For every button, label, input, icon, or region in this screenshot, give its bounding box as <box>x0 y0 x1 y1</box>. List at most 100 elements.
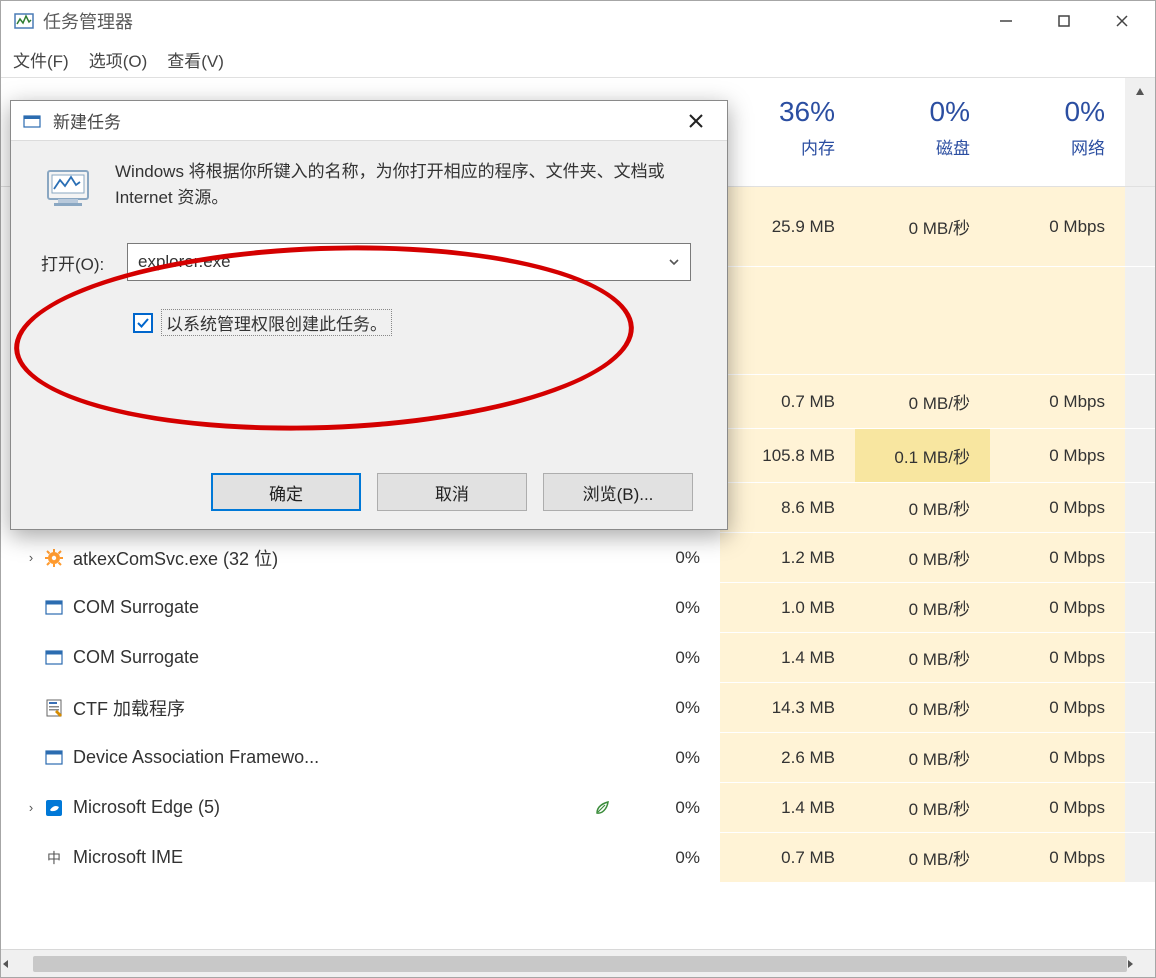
vertical-scrollbar-track[interactable] <box>1125 533 1155 582</box>
column-header-memory[interactable]: 36% 内存 <box>720 78 855 186</box>
edge-icon <box>43 797 65 819</box>
dialog-title: 新建任务 <box>53 108 121 133</box>
disk-cell: 0 MB/秒 <box>855 533 990 582</box>
vertical-scrollbar-track[interactable] <box>1125 633 1155 682</box>
disk-cell: 0 MB/秒 <box>855 633 990 682</box>
new-task-dialog: 新建任务 Windows 将根据你所键入的名称，为你打开相应的程序、文件夹、文档… <box>10 100 728 530</box>
vertical-scrollbar-up[interactable] <box>1125 78 1155 186</box>
process-name: COM Surrogate <box>73 597 199 618</box>
cpu-cell: 0% <box>620 633 720 682</box>
process-row[interactable]: COM Surrogate0%1.0 MB0 MB/秒0 Mbps <box>1 583 1155 633</box>
network-cell: 0 Mbps <box>990 533 1125 582</box>
vertical-scrollbar-track[interactable] <box>1125 833 1155 882</box>
memory-label: 内存 <box>801 134 835 159</box>
network-cell: 0 Mbps <box>990 483 1125 532</box>
column-header-disk[interactable]: 0% 磁盘 <box>855 78 990 186</box>
process-row[interactable]: 中 Microsoft IME 0%0.7 MB0 MB/秒0 Mbps <box>1 833 1155 883</box>
ctf-icon <box>43 697 65 719</box>
network-cell: 0 Mbps <box>990 375 1125 428</box>
menu-bar: 文件(F) 选项(O) 查看(V) <box>1 41 1155 77</box>
disk-cell: 0 MB/秒 <box>855 375 990 428</box>
cpu-cell: 0% <box>620 533 720 582</box>
open-combobox[interactable]: explorer.exe <box>127 243 691 281</box>
ok-button[interactable]: 确定 <box>211 473 361 511</box>
dialog-close-button[interactable] <box>671 103 721 139</box>
memory-cell: 8.6 MB <box>720 483 855 532</box>
disk-cell: 0.1 MB/秒 <box>855 429 990 482</box>
disk-cell: 0 MB/秒 <box>855 187 990 266</box>
process-name: Device Association Framewo... <box>73 747 319 768</box>
task-manager-icon <box>13 10 35 32</box>
disk-cell: 0 MB/秒 <box>855 733 990 782</box>
memory-cell: 0.7 MB <box>720 833 855 882</box>
chevron-down-icon[interactable] <box>668 256 680 268</box>
process-name: CTF 加载程序 <box>73 695 185 721</box>
memory-cell: 1.4 MB <box>720 783 855 832</box>
minimize-button[interactable] <box>977 1 1035 41</box>
vertical-scrollbar-track[interactable] <box>1125 375 1155 428</box>
scroll-left-icon[interactable] <box>1 959 31 969</box>
memory-cell: 105.8 MB <box>720 429 855 482</box>
vertical-scrollbar-track[interactable] <box>1125 483 1155 532</box>
browse-button[interactable]: 浏览(B)... <box>543 473 693 511</box>
cpu-cell: 0% <box>620 783 720 832</box>
vertical-scrollbar-track[interactable] <box>1125 683 1155 732</box>
process-row[interactable]: CTF 加载程序0%14.3 MB0 MB/秒0 Mbps <box>1 683 1155 733</box>
window-title-bar[interactable]: 任务管理器 <box>1 1 1155 41</box>
cpu-cell: 0% <box>620 733 720 782</box>
efficiency-leaf-icon <box>594 800 610 816</box>
menu-options[interactable]: 选项(O) <box>89 47 148 72</box>
scroll-right-icon[interactable] <box>1125 959 1155 969</box>
disk-cell: 0 MB/秒 <box>855 783 990 832</box>
horizontal-scrollbar[interactable] <box>1 949 1155 977</box>
svg-text:中: 中 <box>47 850 61 866</box>
menu-view[interactable]: 查看(V) <box>167 47 224 72</box>
close-button[interactable] <box>1093 1 1151 41</box>
process-row[interactable]: ›atkexComSvc.exe (32 位)0%1.2 MB0 MB/秒0 M… <box>1 533 1155 583</box>
network-cell: 0 Mbps <box>990 429 1125 482</box>
admin-checkbox-label[interactable]: 以系统管理权限创建此任务。 <box>161 309 392 336</box>
cpu-cell: 0% <box>620 583 720 632</box>
vertical-scrollbar-track[interactable] <box>1125 187 1155 266</box>
app-icon <box>43 747 65 769</box>
window-title: 任务管理器 <box>43 8 133 34</box>
process-row[interactable]: ›Microsoft Edge (5)0%1.4 MB0 MB/秒0 Mbps <box>1 783 1155 833</box>
vertical-scrollbar-track[interactable] <box>1125 733 1155 782</box>
admin-checkbox[interactable] <box>133 313 153 333</box>
dialog-title-bar[interactable]: 新建任务 <box>11 101 727 141</box>
process-row[interactable]: Device Association Framewo...0%2.6 MB0 M… <box>1 733 1155 783</box>
cancel-button[interactable]: 取消 <box>377 473 527 511</box>
memory-cell: 14.3 MB <box>720 683 855 732</box>
process-row[interactable]: COM Surrogate0%1.4 MB0 MB/秒0 Mbps <box>1 633 1155 683</box>
network-cell: 0 Mbps <box>990 633 1125 682</box>
memory-cell: 0.7 MB <box>720 375 855 428</box>
menu-file[interactable]: 文件(F) <box>13 47 69 72</box>
disk-cell: 0 MB/秒 <box>855 683 990 732</box>
process-name: atkexComSvc.exe (32 位) <box>73 545 278 571</box>
network-cell: 0 Mbps <box>990 583 1125 632</box>
process-name: Microsoft Edge (5) <box>73 797 220 818</box>
open-value: explorer.exe <box>138 252 231 272</box>
column-header-network[interactable]: 0% 网络 <box>990 78 1125 186</box>
vertical-scrollbar-track[interactable] <box>1125 429 1155 482</box>
cpu-cell: 0% <box>620 683 720 732</box>
memory-cell: 25.9 MB <box>720 187 855 266</box>
vertical-scrollbar-track[interactable] <box>1125 783 1155 832</box>
dialog-description: Windows 将根据你所键入的名称，为你打开相应的程序、文件夹、文档或 Int… <box>115 159 691 215</box>
run-large-icon <box>41 159 97 215</box>
run-icon <box>21 110 43 132</box>
open-label: 打开(O): <box>41 250 115 275</box>
scrollbar-thumb[interactable] <box>33 956 1127 972</box>
network-label: 网络 <box>1071 134 1105 159</box>
process-name: COM Surrogate <box>73 647 199 668</box>
cpu-cell: 0% <box>620 833 720 882</box>
maximize-button[interactable] <box>1035 1 1093 41</box>
disk-label: 磁盘 <box>936 134 970 159</box>
disk-cell: 0 MB/秒 <box>855 483 990 532</box>
process-name: Microsoft IME <box>73 847 183 868</box>
expand-toggle[interactable]: › <box>21 550 41 565</box>
expand-toggle[interactable]: › <box>21 800 41 815</box>
disk-cell: 0 MB/秒 <box>855 833 990 882</box>
vertical-scrollbar-track[interactable] <box>1125 583 1155 632</box>
network-cell: 0 Mbps <box>990 833 1125 882</box>
